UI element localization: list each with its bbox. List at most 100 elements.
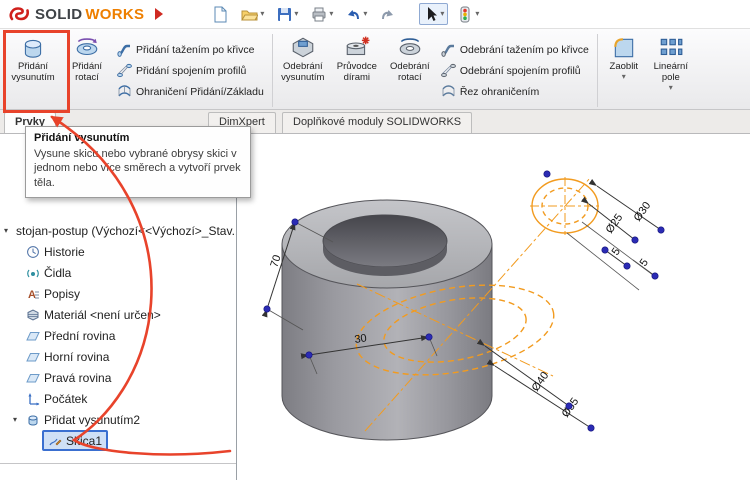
- tree-item-sensors[interactable]: Čidla: [0, 262, 236, 283]
- dropdown-arrow-icon: ▾: [294, 9, 299, 18]
- tree-item-right-plane[interactable]: Pravá rovina: [0, 367, 236, 388]
- print-icon: [312, 7, 326, 22]
- hole-wizard-button[interactable]: Průvodce dírami: [330, 32, 384, 86]
- title-bar: SOLID WORKS ▾ ▾ ▾ ▾ ▾ ▾: [0, 0, 750, 28]
- extruded-boss-icon: [20, 34, 46, 62]
- tree-item-origin[interactable]: Počátek: [0, 388, 236, 409]
- undo-icon: [348, 9, 360, 19]
- revolved-cut-button[interactable]: Odebrání rotací: [384, 32, 436, 86]
- graphics-area[interactable]: 70 30 Ø40 Ø55 Ø25 Ø30 5 5: [237, 134, 750, 480]
- panel-divider: [0, 463, 236, 464]
- save-button[interactable]: ▾: [273, 4, 302, 25]
- open-folder-icon: [241, 10, 259, 20]
- swept-boss-icon: [117, 44, 130, 57]
- select-tool-button[interactable]: ▾: [419, 3, 449, 25]
- tree-item-front-plane[interactable]: Přední rovina: [0, 325, 236, 346]
- sensors-icon: [27, 269, 39, 277]
- brand-solid: SOLID: [35, 5, 83, 23]
- tree-item-history[interactable]: Historie: [0, 241, 236, 262]
- expand-arrow-icon[interactable]: ▾: [13, 415, 22, 424]
- tab-addins[interactable]: Doplňkové moduly SOLIDWORKS: [282, 112, 473, 133]
- origin-icon: [28, 392, 40, 405]
- dim-70: 70: [268, 254, 283, 269]
- tab-label: Doplňkové moduly SOLIDWORKS: [293, 116, 462, 128]
- cut-small-group: Odebrání tažením po křivce Odebrání spoj…: [436, 40, 594, 101]
- dropdown-arrow-icon: ▾: [363, 9, 368, 18]
- tree-item-label: Horní rovina: [44, 349, 110, 364]
- rebuild-button[interactable]: ▾: [453, 3, 483, 26]
- model-canvas[interactable]: 70 30 Ø40 Ø55 Ø25 Ø30 5 5: [237, 134, 750, 480]
- dropdown-arrow-icon: ▾: [260, 9, 265, 18]
- tree-item-label: Přední rovina: [44, 328, 116, 343]
- new-document-icon: [214, 6, 227, 22]
- button-label: Odebrání tažením po křivce: [459, 43, 589, 56]
- tree-item-annotations[interactable]: A Popisy: [0, 283, 236, 304]
- fillet-button[interactable]: Zaoblit ▾: [601, 32, 647, 83]
- svg-text:A: A: [28, 289, 36, 301]
- swept-boss-button[interactable]: Přidání tažením po křivce: [112, 40, 269, 59]
- ribbon-separator: [596, 34, 598, 107]
- save-icon: [278, 7, 292, 21]
- plane-icon: [26, 373, 40, 382]
- dassault-ds-icon: [9, 7, 30, 21]
- annotations-icon: A: [28, 289, 39, 301]
- menu-expand-arrow-icon[interactable]: [155, 8, 164, 20]
- select-cursor-icon: [428, 7, 438, 21]
- tooltip-body: Vysune skicu nebo vybrané obrysy skici v…: [34, 148, 241, 189]
- dropdown-arrow-icon[interactable]: ▾: [669, 83, 673, 92]
- sketch-icon: [49, 438, 62, 445]
- button-label: Průvodce dírami: [336, 61, 377, 83]
- boundary-cut-icon: [442, 85, 455, 97]
- swept-cut-button[interactable]: Odebrání tažením po křivce: [436, 40, 594, 59]
- solidworks-window: SOLID WORKS ▾ ▾ ▾ ▾ ▾ ▾ Přidání vysunutí…: [0, 0, 750, 480]
- revolved-cut-icon: [397, 34, 423, 62]
- lofted-cut-button[interactable]: Odebrání spojením profilů: [436, 61, 594, 80]
- button-label: Přidání vysunutím: [11, 61, 55, 83]
- new-document-button[interactable]: [209, 3, 232, 26]
- solidworks-logo: SOLID WORKS: [8, 5, 144, 23]
- revolved-boss-button[interactable]: Přidání rotací: [62, 32, 112, 86]
- boundary-boss-button[interactable]: Ohraničení Přidání/Základu: [112, 82, 269, 101]
- plane-icon: [26, 352, 40, 361]
- tree-item-label: Čidla: [44, 265, 72, 280]
- tree-item-label: Materiál <není určen>: [44, 307, 161, 322]
- tree-item-boss-extrude[interactable]: ▾ Přidat vysunutím2: [0, 409, 236, 430]
- boss-extrude-icon: [28, 415, 38, 425]
- tree-item-sketch1[interactable]: Skica1: [0, 430, 236, 451]
- dim-25: Ø25: [604, 212, 626, 236]
- tree-item-material[interactable]: Materiál <není určen>: [0, 304, 236, 325]
- extruded-cut-button[interactable]: Odebrání vysunutím: [276, 32, 330, 86]
- expand-arrow-icon[interactable]: ▾: [4, 226, 8, 235]
- undo-button[interactable]: ▾: [342, 4, 371, 25]
- sketch1-selection[interactable]: Skica1: [42, 430, 109, 451]
- revolved-boss-icon: [74, 34, 100, 62]
- dim-30: 30: [354, 332, 368, 346]
- hole-wizard-icon: [344, 34, 370, 62]
- lofted-boss-button[interactable]: Přidání spojením profilů: [112, 61, 269, 80]
- tree-item-label: Pravá rovina: [44, 370, 112, 385]
- redo-icon: [382, 9, 394, 19]
- button-label: Přidání rotací: [71, 61, 103, 83]
- boss-small-group: Přidání tažením po křivce Přidání spojen…: [112, 40, 269, 101]
- open-button[interactable]: ▾: [237, 4, 268, 25]
- print-button[interactable]: ▾: [307, 3, 337, 25]
- linear-pattern-button[interactable]: Lineární pole ▾: [647, 32, 695, 94]
- traffic-light-icon: [460, 6, 470, 22]
- lofted-cut-icon: [440, 63, 456, 78]
- extruded-cut-icon: [290, 34, 316, 62]
- dim-5b: 5: [638, 257, 651, 269]
- dropdown-arrow-icon[interactable]: ▾: [622, 72, 626, 81]
- tooltip: Přidání vysunutím Vysune skicu nebo vybr…: [25, 126, 251, 198]
- redo-button[interactable]: [376, 4, 399, 25]
- ribbon-separator: [271, 34, 273, 107]
- cylinder-solid[interactable]: [281, 199, 493, 441]
- boundary-cut-button[interactable]: Řez ohraničením: [436, 82, 594, 101]
- tree-item-label: Přidat vysunutím2: [44, 412, 141, 427]
- tree-item-top-plane[interactable]: Horní rovina: [0, 346, 236, 367]
- dropdown-arrow-icon: ▾: [329, 9, 334, 18]
- fillet-icon: [611, 34, 637, 62]
- button-label: Přidání tažením po křivce: [136, 43, 255, 56]
- extruded-boss-button[interactable]: Přidání vysunutím: [4, 32, 62, 86]
- command-manager-ribbon: Přidání vysunutím Přidání rotací Přidání: [0, 28, 750, 110]
- tree-root-part[interactable]: ▾ stojan-postup (Výchozí<<Výchozí>_Stav.…: [0, 220, 236, 241]
